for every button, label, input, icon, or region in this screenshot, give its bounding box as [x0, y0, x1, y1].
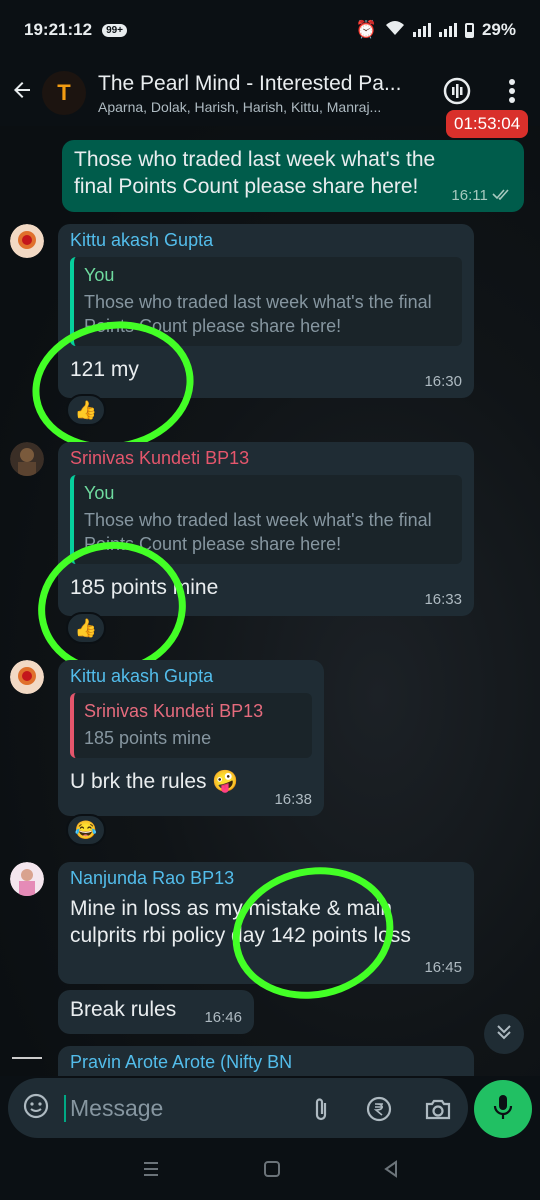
avatar[interactable] [10, 660, 44, 694]
avatar[interactable] [10, 442, 44, 476]
system-nav-bar [0, 1142, 540, 1200]
quote-text: 185 points mine [84, 728, 212, 748]
signal-icon [412, 23, 431, 37]
home-icon[interactable] [263, 1160, 281, 1183]
status-bar: 19:21:12 99+ ⏰ 29% [0, 0, 540, 60]
quote-author: Srinivas Kundeti BP13 [84, 701, 264, 721]
rupee-icon[interactable] [366, 1096, 392, 1127]
alarm-icon: ⏰ [355, 20, 377, 39]
notification-badge: 99+ [102, 23, 128, 37]
message-time: 16:38 [274, 791, 312, 808]
sender-name[interactable]: Pravin Arote Arote (Nifty BN [70, 1052, 462, 1073]
message-incoming[interactable]: Pravin Arote Arote (Nifty BN [58, 1046, 474, 1076]
message-input-pill[interactable] [8, 1078, 468, 1138]
mic-icon [492, 1093, 514, 1126]
double-check-icon [492, 187, 512, 204]
attach-icon[interactable] [310, 1096, 332, 1129]
quote-author: You [84, 483, 115, 503]
message-time: 16:11 [451, 187, 488, 204]
chat-area[interactable]: Those who traded last week what's the fi… [0, 126, 540, 1076]
sender-name[interactable]: Kittu akash Gupta [70, 666, 312, 687]
message-time: 16:45 [424, 959, 462, 976]
message-meta: 16:11 [451, 187, 512, 204]
message-time: 16:33 [424, 591, 462, 608]
message-input[interactable] [64, 1094, 294, 1122]
quote-author: You [84, 265, 115, 285]
wifi-icon [385, 20, 405, 41]
back-arrow-icon[interactable] [10, 77, 38, 109]
group-avatar-letter: T [57, 80, 71, 105]
avatar[interactable] [10, 1052, 44, 1064]
scroll-down-button[interactable] [484, 1014, 524, 1054]
message-incoming[interactable]: Kittu akash Gupta Srinivas Kundeti BP13 … [58, 660, 324, 816]
quoted-message[interactable]: Srinivas Kundeti BP13 185 points mine [70, 693, 312, 758]
avatar[interactable] [10, 862, 44, 896]
message-outgoing[interactable]: Those who traded last week what's the fi… [62, 140, 524, 212]
voice-chat-icon[interactable] [442, 76, 472, 111]
signal-icon-2 [438, 23, 457, 37]
battery-percent: 29% [481, 20, 516, 39]
sender-name[interactable]: Kittu akash Gupta [70, 230, 462, 251]
status-icons: ⏰ 29% [356, 20, 516, 41]
message-time: 16:46 [204, 1009, 242, 1026]
chat-title-block[interactable]: The Pearl Mind - Interested Pa... Aparna… [98, 72, 438, 115]
reaction-badge[interactable]: 😂 [66, 814, 106, 846]
message-time: 16:30 [424, 373, 462, 390]
call-timer[interactable]: 01:53:04 [446, 110, 529, 138]
recents-icon[interactable] [141, 1160, 161, 1183]
chat-participants: Aparna, Dolak, Harish, Harish, Kittu, Ma… [98, 98, 382, 115]
battery-icon [464, 22, 474, 38]
more-vert-icon[interactable] [500, 76, 524, 111]
status-time: 19:21:12 [24, 20, 93, 39]
chevron-double-down-icon [494, 1022, 514, 1047]
group-avatar[interactable]: T [42, 71, 86, 115]
message-text: Those who traded last week what's the fi… [74, 148, 436, 198]
chat-title: The Pearl Mind - Interested Pa... [98, 71, 402, 95]
composer [0, 1076, 540, 1142]
sender-name[interactable]: Srinivas Kundeti BP13 [70, 448, 462, 469]
camera-icon[interactable] [424, 1096, 452, 1127]
message-incoming[interactable]: Break rules 16:46 [58, 990, 254, 1034]
sticker-icon[interactable] [22, 1092, 50, 1125]
back-nav-icon[interactable] [383, 1159, 399, 1183]
avatar[interactable] [10, 224, 44, 258]
mic-button[interactable] [474, 1080, 532, 1138]
